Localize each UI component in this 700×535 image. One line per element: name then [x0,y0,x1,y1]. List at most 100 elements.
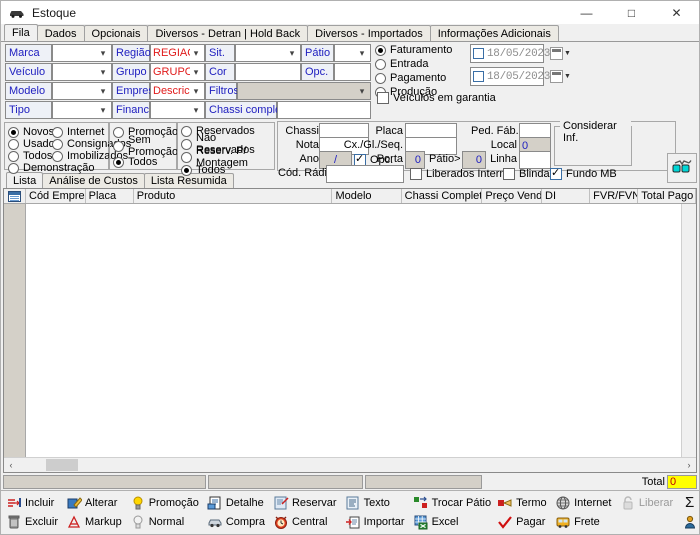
considerar-inf-group: Considerar Inf. [554,120,632,166]
calendar-icon[interactable] [550,47,564,60]
toolbar-markup-button[interactable]: Markup [63,513,125,532]
hscroll-thumb[interactable] [46,459,78,471]
maximize-button[interactable]: □ [609,1,654,25]
grid-horizontal-scrollbar[interactable]: ‹ › [4,457,696,472]
label-linha: Linha [490,153,517,165]
tab-diversos-detran[interactable]: Diversos - Detran | Hold Back [147,25,309,41]
column-header-preco-venda[interactable]: Preço Venda [482,189,543,203]
input-chassi-completo[interactable] [277,101,371,119]
radio-sem-promocao[interactable]: Sem Promoção [113,134,178,158]
input-cod-radio[interactable] [326,165,404,183]
column-header-total-pago-f[interactable]: Total Pago F [638,189,696,203]
toolbar-detalhe-button[interactable]: Detalhe [204,494,268,513]
label-regiao: Região [112,44,151,62]
chevron-down-icon[interactable]: ▼ [564,50,572,57]
toolbar-termo-label: Termo [516,497,547,509]
toolbar-frete-button[interactable]: Frete [552,513,615,532]
toolbar-pagar-button[interactable]: Pagar [494,513,550,532]
checkbox-fundo-mb[interactable]: Fundo MB [550,166,617,181]
toolbar-incluir-button[interactable]: Incluir [3,494,61,513]
tab-diversos-importados[interactable]: Diversos - Importados [307,25,431,41]
toolbar-reservar-button[interactable]: Reservar [270,494,340,513]
toolbar-alterar-button[interactable]: Alterar [63,494,125,513]
car-icon [8,5,26,21]
chevron-down-icon[interactable]: ▼ [564,73,572,80]
grid-body [4,204,696,457]
search-button[interactable] [667,153,697,183]
tab-opcionais[interactable]: Opcionais [83,25,149,41]
toolbar-pagar-label: Pagar [516,516,546,528]
toolbar-compra-label: Compra [225,516,265,528]
grid-rows-area[interactable] [26,204,681,457]
toolbar-normal-button[interactable]: Normal [127,513,202,532]
calendar-icon[interactable] [550,70,564,83]
input-opc-filtro[interactable] [334,63,371,81]
radio-todos-promocao[interactable]: Todos [113,155,157,169]
combo-patio[interactable]: ▾ [334,44,371,62]
column-header-fvr-fvn[interactable]: FVR/FVN [590,189,639,203]
input-cor[interactable] [235,63,301,81]
toolbar-termo-button[interactable]: Termo [494,494,550,513]
combo-modelo[interactable]: ▾ [52,82,112,100]
toolbar-items: Incluir Alterar Promoção Detalhe Reserva… [3,493,494,532]
checkbox-veiculos-garantia[interactable]: Veículos em garantia [377,91,496,105]
column-header-modelo[interactable]: Modelo [332,189,402,203]
toolbar-person-button[interactable] [679,513,700,532]
toolbar-compra-button[interactable]: Compra [204,513,268,532]
radio-todos-promocao-dot [113,156,124,168]
toolbar-importar-button[interactable]: Importar [342,513,408,532]
date-to-checkbox[interactable] [473,71,484,82]
checkbox-liberados-internet[interactable]: Liberados Internet [410,167,515,181]
sigma-icon: Σ [684,494,695,511]
combo-financ[interactable]: ▾ [150,101,205,119]
column-header-di[interactable]: DI [542,189,591,203]
toolbar-texto-button[interactable]: Texto [342,494,408,513]
date-from-checkbox[interactable] [473,48,484,59]
column-header-cod-empresa[interactable]: Cód Empresa [26,189,86,203]
minimize-button[interactable]: — [564,1,609,25]
toolbar-excel-button[interactable]: Excel [410,513,495,532]
radio-demonstracao[interactable]: Demonstração [8,161,95,175]
column-header-produto[interactable]: Produto [133,189,333,203]
radio-internet-dot [52,126,63,138]
tab-dados[interactable]: Dados [36,25,85,41]
date-to-field[interactable]: 18/05/2023 ▼ [470,67,571,86]
radio-todos-reserva[interactable]: Todos [181,163,225,177]
toolbar-excluir-button[interactable]: Excluir [3,513,61,532]
combo-tipo[interactable]: ▾ [52,101,112,119]
toolbar-sigma-button[interactable]: Σ [679,494,700,513]
checkbox-veiculos-garantia-box [377,92,389,104]
radio-reserv-montagem[interactable]: Reserv. P/ Montagem [181,145,274,169]
scroll-left-icon[interactable]: ‹ [4,460,18,470]
toolbar-promocao-button[interactable]: Promoção [127,494,202,513]
date-from-field[interactable]: 18/05/2023 ▼ [470,44,571,63]
combo-regiao[interactable]: REGIAO 16▾ [150,44,205,62]
status-panel-1 [3,474,206,489]
label-modelo: Modelo [5,82,52,100]
column-chooser-button[interactable] [4,189,26,203]
combo-veiculo[interactable]: ▾ [52,63,112,81]
combo-marca[interactable]: ▾ [52,44,112,62]
chevron-down-icon: ▾ [193,86,199,96]
combo-filtros[interactable]: ▾ [237,82,371,100]
tab-fila[interactable]: Fila [4,24,38,41]
grid-tab-analise-custos[interactable]: Análise de Custos [42,173,145,188]
checkbox-blindado-box [503,168,515,180]
chevron-down-icon: ▾ [100,67,106,77]
combo-grupo[interactable]: GRUPO 24▾ [150,63,205,81]
toolbar-central-button[interactable]: Central [270,513,340,532]
binoculars-icon [671,159,693,178]
grid-vertical-scrollbar[interactable] [681,204,696,457]
column-header-placa[interactable]: Placa [85,189,134,203]
column-header-chassi-completo[interactable]: Chassi Completo [401,189,483,203]
scroll-right-icon[interactable]: › [682,460,696,470]
tab-informacoes-adicionais[interactable]: Informações Adicionais [429,25,559,41]
radio-promocao-dot [113,126,124,138]
toolbar-internet-button[interactable]: Internet [552,494,615,513]
combo-sit[interactable]: ▾ [235,44,301,62]
radio-todos-condicao-dot [8,150,19,162]
toolbar-trocar-patio-button[interactable]: Trocar Pátio [410,494,495,513]
close-button[interactable]: ✕ [654,1,699,25]
combo-empresa[interactable]: Descricao c▾ [150,82,205,100]
radio-pagamento-dot [375,72,386,84]
